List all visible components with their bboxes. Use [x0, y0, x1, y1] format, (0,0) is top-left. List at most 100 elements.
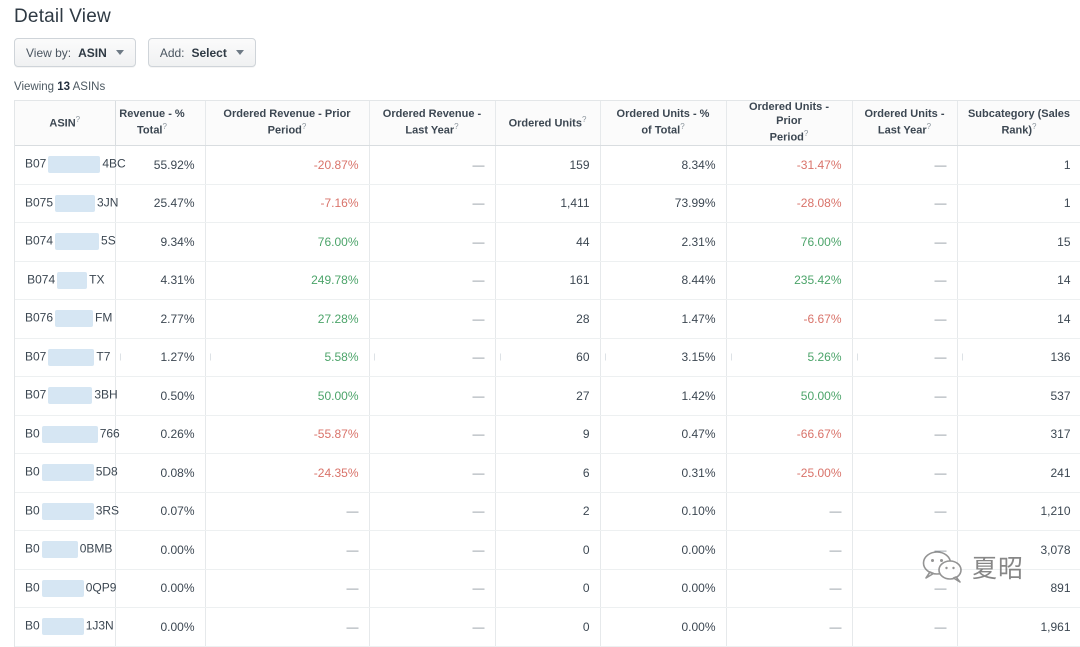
cell-ordered-units-pct-of-total-value: 0.47% — [681, 427, 715, 441]
table-row[interactable]: B00BMB0.00%——00.00%——3,078 — [15, 531, 1080, 570]
column-header-revenue-pct-total-l1: Revenue - % — [119, 108, 184, 120]
asin-redaction-block — [55, 233, 99, 250]
table-row[interactable]: B073BH0.50%50.00%—271.42%50.00%—537 — [15, 377, 1080, 416]
cell-ordered-units-pct-of-total: 0.31% — [600, 454, 726, 493]
table-row[interactable]: B03RS0.07%——20.10%——1,210 — [15, 492, 1080, 531]
cell-ordered-units: 0 — [495, 608, 600, 647]
asin-suffix: TX — [89, 272, 104, 286]
cell-ordered-units-last-year: — — [852, 261, 957, 300]
cell-ordered-revenue-last-year-value: — — [473, 350, 485, 364]
column-header-subcat-l1: Subcategory (Sales — [968, 108, 1070, 120]
cell-ordered-units-pct-of-total-value: 0.00% — [681, 620, 715, 634]
cell-asin[interactable]: B00BMB — [15, 531, 115, 570]
column-header-note-icon: ? — [163, 122, 167, 131]
cell-ordered-units: 159 — [495, 146, 600, 185]
cell-subcategory-sales-rank-value: 1 — [1064, 196, 1071, 210]
table-row[interactable]: B074BC55.92%-20.87%—1598.34%-31.47%—1 — [15, 146, 1080, 185]
column-header-units-ly-l1: Ordered Units - — [864, 108, 944, 120]
column-header-note-icon: ? — [582, 115, 586, 124]
asin-suffix: 766 — [100, 426, 120, 440]
cell-revenue-pct-total: 0.00% — [115, 569, 205, 608]
cell-ordered-revenue-last-year-value: — — [473, 504, 485, 518]
table-row[interactable]: B07660.26%-55.87%—90.47%-66.67%—317 — [15, 415, 1080, 454]
cell-ordered-units-prior-period-value: 235.42% — [794, 273, 841, 287]
column-header-ord-rev-ly-l1: Ordered Revenue - — [383, 108, 481, 120]
cell-asin[interactable]: B05D8 — [15, 454, 115, 493]
asin-suffix: 5D8 — [96, 465, 118, 479]
column-header-units-prior-period[interactable]: Ordered Units - Prior Period? — [726, 101, 852, 146]
column-header-ord-rev-prior-l1: Ordered Revenue - Prior — [223, 108, 350, 120]
viewing-count: 13 — [57, 81, 70, 93]
cell-ordered-revenue-prior-period-value: 249.78% — [311, 273, 358, 287]
table-row[interactable]: B0753JN25.47%-7.16%—1,41173.99%-28.08%—1 — [15, 184, 1080, 223]
cell-asin[interactable]: B00QP9 — [15, 569, 115, 608]
cell-ordered-units: 44 — [495, 223, 600, 262]
view-by-label: View by: — [26, 46, 71, 60]
table-row[interactable]: B074TX4.31%249.78%—1618.44%235.42%—14 — [15, 261, 1080, 300]
cell-ordered-revenue-prior-period-value: — — [347, 620, 359, 634]
table-row[interactable]: B07T71.27%5.58%—603.15%5.26%—136 — [15, 338, 1080, 377]
cell-asin[interactable]: B074TX — [15, 261, 115, 300]
cell-ordered-units-last-year-value: — — [935, 504, 947, 518]
chevron-down-icon — [116, 50, 124, 55]
cell-asin[interactable]: B074BC — [15, 146, 115, 185]
cell-asin[interactable]: B0753JN — [15, 184, 115, 223]
column-header-asin[interactable]: ASIN? — [15, 101, 115, 146]
cell-ordered-revenue-prior-period-value: — — [347, 504, 359, 518]
cell-revenue-pct-total: 0.08% — [115, 454, 205, 493]
cell-ordered-units-prior-period-value: — — [830, 543, 842, 557]
cell-ordered-revenue-last-year: — — [369, 569, 495, 608]
asin-prefix: B076 — [25, 311, 53, 325]
cell-ordered-revenue-prior-period-value: -24.35% — [314, 466, 359, 480]
column-header-ordered-units[interactable]: Ordered Units? — [495, 101, 600, 146]
cell-revenue-pct-total: 0.00% — [115, 531, 205, 570]
cell-asin[interactable]: B0766 — [15, 415, 115, 454]
cell-ordered-units-prior-period-value: — — [830, 504, 842, 518]
cell-asin[interactable]: B07T7 — [15, 338, 115, 377]
add-dropdown[interactable]: Add: Select — [148, 38, 256, 67]
cell-ordered-units-pct-of-total-value: 3.15% — [681, 350, 715, 364]
column-header-units-last-year[interactable]: Ordered Units - Last Year? — [852, 101, 957, 146]
cell-ordered-units-value: 1,411 — [560, 196, 589, 210]
table-row[interactable]: B00QP90.00%——00.00%——891 — [15, 569, 1080, 608]
cell-ordered-revenue-prior-period-value: — — [347, 581, 359, 595]
cell-ordered-units-pct-of-total-value: 0.31% — [681, 466, 715, 480]
view-by-dropdown[interactable]: View by: ASIN — [14, 38, 136, 67]
cell-ordered-revenue-prior-period: -24.35% — [205, 454, 369, 493]
cell-asin[interactable]: B03RS — [15, 492, 115, 531]
cell-revenue-pct-total: 0.07% — [115, 492, 205, 531]
cell-asin[interactable]: B073BH — [15, 377, 115, 416]
column-header-ordered-revenue-prior-period[interactable]: Ordered Revenue - Prior Period? — [205, 101, 369, 146]
cell-asin[interactable]: B01J3N — [15, 608, 115, 647]
asin-suffix: 3JN — [97, 195, 118, 209]
cell-ordered-units-last-year: — — [852, 531, 957, 570]
cell-ordered-revenue-prior-period-value: 5.58% — [324, 350, 358, 364]
cell-ordered-units-pct-of-total: 8.44% — [600, 261, 726, 300]
cell-asin[interactable]: B0745S — [15, 223, 115, 262]
cell-ordered-units-pct-of-total: 1.42% — [600, 377, 726, 416]
column-header-revenue-pct-total[interactable]: Revenue - % Total? — [115, 101, 205, 146]
cell-asin[interactable]: B076FM — [15, 300, 115, 339]
detail-table-container[interactable]: ASIN? Revenue - % Total? Ordered Revenue… — [14, 100, 1080, 647]
cell-ordered-units-pct-of-total-value: 0.10% — [681, 504, 715, 518]
table-row[interactable]: B0745S9.34%76.00%—442.31%76.00%—15 — [15, 223, 1080, 262]
column-header-subcategory-sales-rank[interactable]: Subcategory (Sales Rank)? — [957, 101, 1080, 146]
table-row[interactable]: B076FM2.77%27.28%—281.47%-6.67%—14 — [15, 300, 1080, 339]
cell-subcategory-sales-rank: 15 — [957, 223, 1080, 262]
column-header-ordered-revenue-last-year[interactable]: Ordered Revenue - Last Year? — [369, 101, 495, 146]
cell-ordered-revenue-last-year: — — [369, 531, 495, 570]
viewing-count-label: Viewing 13 ASINs — [0, 67, 1080, 100]
asin-prefix: B07 — [25, 388, 46, 402]
cell-ordered-revenue-prior-period: — — [205, 492, 369, 531]
cell-ordered-units-pct-of-total: 0.00% — [600, 531, 726, 570]
column-header-units-pct-of-total[interactable]: Ordered Units - % of Total? — [600, 101, 726, 146]
column-header-subcat-l2: Rank) — [1001, 124, 1032, 136]
cell-subcategory-sales-rank-value: 1,961 — [1040, 620, 1070, 634]
table-row[interactable]: B01J3N0.00%——00.00%——1,961 — [15, 608, 1080, 647]
asin-suffix: 4BC — [102, 157, 125, 171]
cell-ordered-units-pct-of-total: 8.34% — [600, 146, 726, 185]
cell-ordered-revenue-prior-period: 27.28% — [205, 300, 369, 339]
cell-ordered-units-pct-of-total-value: 0.00% — [681, 543, 715, 557]
table-row[interactable]: B05D80.08%-24.35%—60.31%-25.00%—241 — [15, 454, 1080, 493]
cell-ordered-units-pct-of-total: 0.47% — [600, 415, 726, 454]
